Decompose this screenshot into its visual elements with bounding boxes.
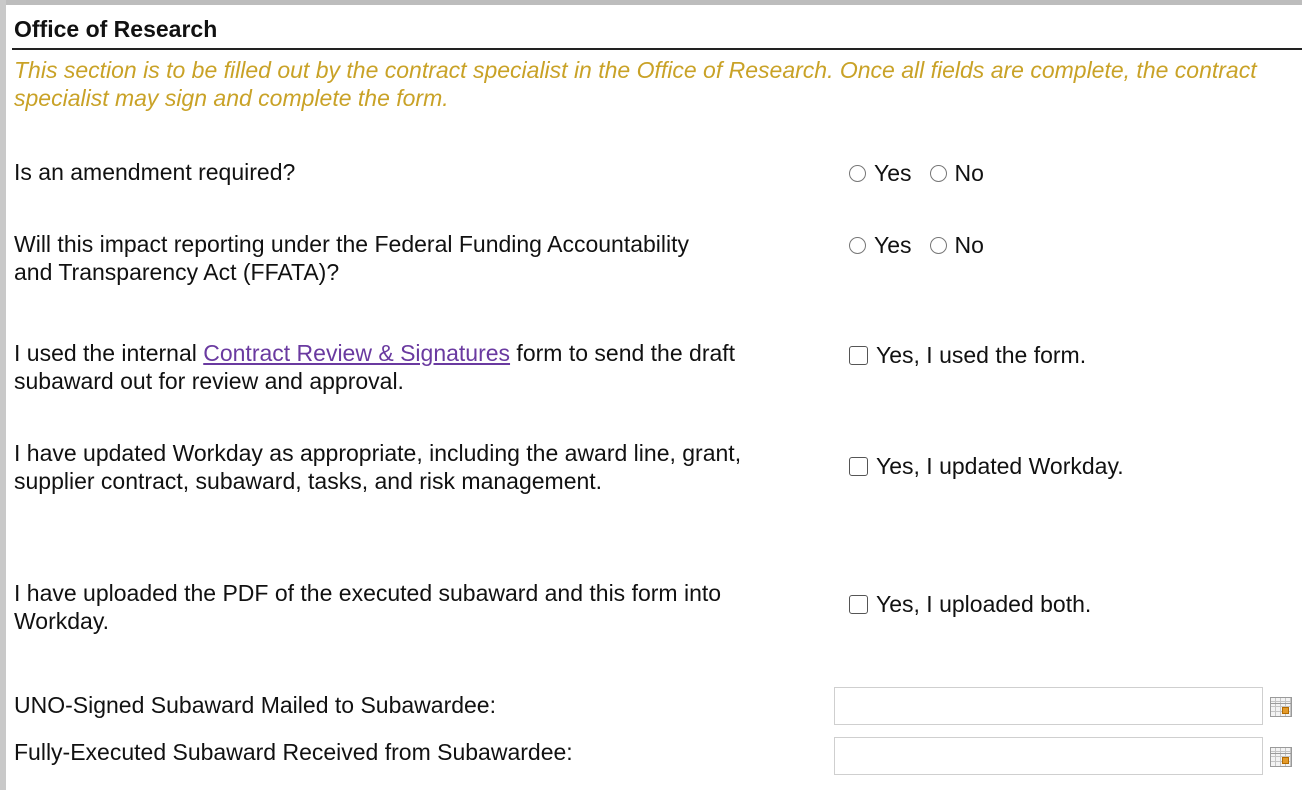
received-date-label: Fully-Executed Subaward Received from Su… [14,739,573,765]
contract-review-question: I used the internal Contract Review & Si… [14,339,814,395]
section-title: Office of Research [14,16,218,42]
ffata-yes-radio[interactable] [849,237,866,254]
workday-update-checkbox[interactable] [849,457,868,476]
ffata-no-radio[interactable] [929,237,947,254]
contract-review-text-before: I used the internal [14,340,204,366]
uploaded-checkbox[interactable] [849,595,868,614]
calendar-icon[interactable] [1270,697,1292,717]
calendar-icon[interactable] [1270,747,1292,767]
amendment-yes-radio[interactable] [849,165,866,182]
amendment-question: Is an amendment required? [14,159,296,185]
contract-review-signatures-link[interactable]: Contract Review & Signatures [203,340,510,366]
calendar-highlight [1282,707,1289,714]
ffata-yes-label[interactable]: Yes [874,232,912,259]
amendment-no-label[interactable]: No [955,160,984,187]
uploaded-checkbox-group: Yes, I uploaded both. [849,591,1091,618]
contract-review-checkbox[interactable] [849,346,868,365]
received-date-input[interactable] [834,737,1263,775]
contract-review-checkbox-label[interactable]: Yes, I used the form. [876,342,1086,369]
amendment-radio-group: Yes No [849,160,1002,187]
uploaded-checkbox-label[interactable]: Yes, I uploaded both. [876,591,1091,618]
uploaded-question: I have uploaded the PDF of the executed … [14,580,722,634]
workday-update-checkbox-group: Yes, I updated Workday. [849,453,1124,480]
ffata-question: Will this impact reporting under the Fed… [14,231,690,285]
mailed-date-input[interactable] [834,687,1263,725]
amendment-no-radio[interactable] [929,165,947,182]
amendment-yes-label[interactable]: Yes [874,160,912,187]
title-divider [12,48,1302,50]
frame-top-border [0,0,1302,5]
calendar-highlight [1282,757,1289,764]
workday-update-checkbox-label[interactable]: Yes, I updated Workday. [876,453,1124,480]
ffata-radio-group: Yes No [849,232,1002,259]
frame-left-border [0,0,6,790]
section-instructions: This section is to be filled out by the … [14,57,1257,111]
contract-review-checkbox-group: Yes, I used the form. [849,342,1086,369]
ffata-no-label[interactable]: No [955,232,984,259]
workday-update-question: I have updated Workday as appropriate, i… [14,440,742,494]
mailed-date-label: UNO-Signed Subaward Mailed to Subawardee… [14,692,496,718]
